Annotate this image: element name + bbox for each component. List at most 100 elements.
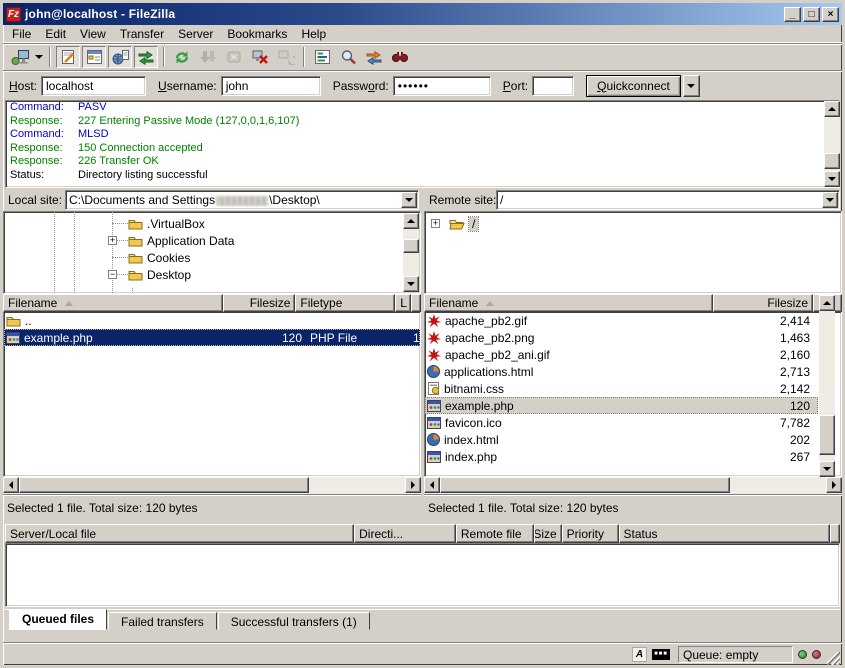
port-input[interactable]: [532, 76, 574, 96]
column-header-l[interactable]: L: [395, 294, 411, 312]
file-row-index-html[interactable]: index.html202: [425, 431, 818, 448]
folder-icon: [128, 217, 143, 230]
file-row-example-php[interactable]: example.php120: [425, 397, 818, 414]
menu-bookmarks[interactable]: Bookmarks: [220, 26, 294, 42]
file-row-favicon-ico[interactable]: favicon.ico7,782: [425, 414, 818, 431]
tab-queued-files[interactable]: Queued files: [9, 609, 107, 630]
size: 2,713: [714, 363, 814, 380]
site-manager-dropdown-button[interactable]: [33, 46, 45, 68]
resize-grip[interactable]: [827, 652, 840, 665]
scroll-right-button[interactable]: [826, 477, 842, 493]
local-tree[interactable]: .VirtualBox + Application DataCookies−Desk…: [3, 211, 421, 294]
scrollbar-thumb[interactable]: [403, 239, 419, 253]
host-input[interactable]: localhost: [41, 76, 146, 96]
scroll-down-button[interactable]: [819, 461, 835, 477]
quickconnect-bar: Host: localhost Username: john Password:…: [3, 70, 842, 100]
tab-successful-transfers-1-[interactable]: Successful transfers (1): [218, 612, 370, 630]
remote-site-combobox[interactable]: /: [496, 190, 840, 210]
remote-list-scrollbar[interactable]: [819, 295, 835, 477]
file-row--[interactable]: ..: [4, 312, 420, 329]
scrollbar-thumb[interactable]: [19, 477, 309, 493]
remote-hscrollbar[interactable]: [424, 477, 842, 494]
refresh-button[interactable]: [170, 46, 194, 68]
tab-failed-transfers[interactable]: Failed transfers: [108, 612, 217, 630]
local-hscrollbar[interactable]: [3, 477, 421, 494]
toggle-remote-tree-button[interactable]: [108, 46, 132, 68]
file-row-index-php[interactable]: index.php267: [425, 448, 818, 465]
sync-browse-icon: [365, 49, 383, 65]
file-row-bitnami-css[interactable]: bitnami.css2,142: [425, 380, 818, 397]
tree-expand-icon[interactable]: +: [431, 219, 440, 228]
close-button[interactable]: ×: [822, 7, 839, 22]
disconnect-button[interactable]: [248, 46, 272, 68]
column-header-filename[interactable]: Filename: [424, 294, 713, 312]
size: 267: [714, 448, 814, 465]
local-site-combobox[interactable]: C:\Documents and Settings\Desktop\: [65, 190, 419, 210]
file-row-apache-pb2-gif[interactable]: apache_pb2.gif2,414: [425, 312, 818, 329]
menu-transfer[interactable]: Transfer: [113, 26, 171, 42]
site-manager-button[interactable]: [8, 46, 32, 68]
file-row-applications-html[interactable]: applications.html2,713: [425, 363, 818, 380]
scrollbar-thumb[interactable]: [824, 153, 840, 169]
toggle-message-log-button[interactable]: [56, 46, 80, 68]
menu-view[interactable]: View: [73, 26, 113, 42]
local-file-list[interactable]: ..example.php120PHP File1: [3, 312, 421, 477]
scroll-down-button[interactable]: [824, 171, 840, 187]
file-row-apache-pb2-ani-gif[interactable]: apache_pb2_ani.gif2,160: [425, 346, 818, 363]
filter-button[interactable]: [310, 46, 334, 68]
scroll-up-button[interactable]: [824, 101, 840, 117]
remote-tree[interactable]: +/: [424, 211, 842, 294]
scroll-down-button[interactable]: [403, 276, 419, 292]
port-label: Port:: [503, 79, 528, 93]
maximize-button[interactable]: □: [803, 7, 820, 22]
column-header-filetype[interactable]: Filetype: [295, 294, 395, 312]
menu-file[interactable]: File: [5, 26, 38, 42]
menu-server[interactable]: Server: [171, 26, 220, 42]
column-header-filler: [411, 294, 421, 312]
tree-item-cookies[interactable]: Cookies: [126, 249, 190, 266]
tree-item-root[interactable]: /: [447, 215, 478, 232]
file-row-example-php[interactable]: example.php120PHP File1: [4, 329, 420, 346]
tree-item-desktop[interactable]: Desktop: [126, 266, 191, 283]
php-file-icon: [427, 400, 441, 412]
quickconnect-dropdown-button[interactable]: [683, 75, 700, 97]
compare-button[interactable]: [336, 46, 360, 68]
log-line: Command:PASV: [6, 101, 839, 115]
toggle-transfer-queue-button[interactable]: [134, 46, 158, 68]
tree-collapse-icon[interactable]: −: [108, 270, 117, 279]
remote-site-dropdown-button[interactable]: [822, 192, 838, 208]
column-header-filesize[interactable]: Filesize: [223, 294, 296, 312]
log-scrollbar[interactable]: [824, 101, 840, 187]
scroll-up-button[interactable]: [403, 213, 419, 229]
minimize-button[interactable]: _: [784, 7, 801, 22]
find-files-button[interactable]: [388, 46, 412, 68]
filename: apache_pb2_ani.gif: [445, 348, 550, 362]
scrollbar-thumb[interactable]: [819, 415, 835, 455]
scroll-left-button[interactable]: [3, 477, 19, 493]
local-site-dropdown-button[interactable]: [401, 192, 417, 208]
username-input[interactable]: john: [221, 76, 321, 96]
log-type: Status:: [6, 169, 78, 183]
scroll-right-button[interactable]: [405, 477, 421, 493]
quickconnect-button[interactable]: Quickconnect: [586, 75, 681, 97]
tree-expand-icon[interactable]: +: [108, 236, 117, 245]
queue-column-server-local-file: Server/Local file: [5, 524, 354, 543]
sync-browse-button[interactable]: [362, 46, 386, 68]
scroll-left-button[interactable]: [424, 477, 440, 493]
file-row-apache-pb2-png[interactable]: apache_pb2.png1,463: [425, 329, 818, 346]
column-header-filesize[interactable]: Filesize: [713, 294, 813, 312]
log-message: MLSD: [78, 128, 109, 142]
toggle-local-tree-button[interactable]: [82, 46, 106, 68]
scrollbar-thumb[interactable]: [440, 477, 730, 493]
log-type: Response:: [6, 142, 78, 156]
password-input[interactable]: ••••••: [393, 76, 491, 96]
menu-edit[interactable]: Edit: [38, 26, 73, 42]
tree-item--virtualbox[interactable]: .VirtualBox: [126, 215, 205, 232]
queue-body[interactable]: [5, 543, 840, 607]
local-tree-scrollbar[interactable]: [403, 213, 419, 292]
column-header-filename[interactable]: Filename: [3, 294, 223, 312]
remote-file-list[interactable]: apache_pb2.gif2,414apache_pb2.png1,463ap…: [424, 312, 842, 477]
tree-item-application-data[interactable]: Application Data: [126, 232, 234, 249]
scroll-up-button[interactable]: [819, 295, 835, 311]
menu-help[interactable]: Help: [294, 26, 333, 42]
